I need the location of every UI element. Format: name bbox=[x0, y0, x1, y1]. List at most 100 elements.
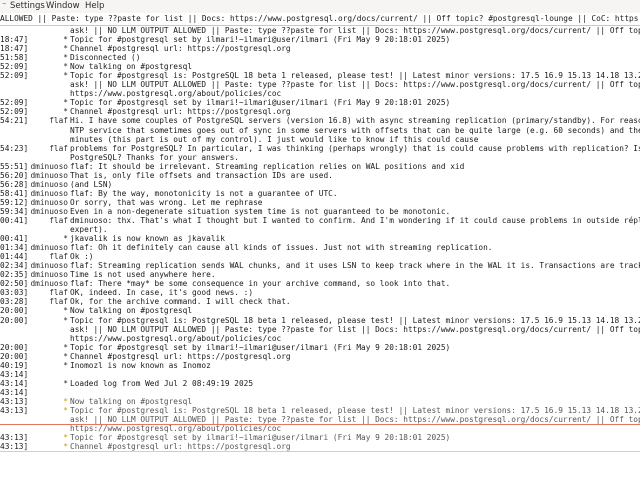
nickname[interactable]: flaf bbox=[30, 216, 68, 225]
timestamp: 01:44] bbox=[0, 252, 29, 262]
message-text: OK, indeed. In case, it's good news. :) bbox=[70, 288, 254, 298]
message-text: Topic for #postgresql set by ilmari!~ilm… bbox=[70, 98, 451, 108]
menu-help[interactable]: Help bbox=[85, 0, 104, 13]
chat-line: 02:50] dminuoso flaf: There *may* be some … bbox=[0, 279, 640, 288]
chat-line: ask! || NO LLM OUTPUT ALLOWED || Paste: … bbox=[0, 80, 640, 89]
chat-line: 20:00] * Now talking on #postgresql bbox=[0, 306, 640, 315]
timestamp: 20:00] bbox=[0, 315, 29, 325]
chat-line: NTP service that sometimes goes out of s… bbox=[0, 126, 640, 135]
chat-line: minutes (this part is out of my control)… bbox=[0, 135, 640, 144]
nickname[interactable]: dminuoso bbox=[30, 279, 68, 288]
timestamp: 52:09] bbox=[0, 107, 29, 117]
timestamp: 43:14] bbox=[0, 378, 29, 388]
message-text: https://www.postgresql.org/about/policie… bbox=[70, 424, 282, 434]
chat-line: 03:28] flaf Ok, for the archive command. I… bbox=[0, 297, 640, 306]
chat-line: 02:34] dminuoso flaf: Streaming replicatio… bbox=[0, 261, 640, 270]
message-text: Ok :) bbox=[70, 252, 94, 262]
nickname[interactable]: flaf bbox=[30, 116, 68, 125]
message-text: flaf: Oh it definitely can cause all kin… bbox=[70, 243, 493, 253]
chat-line: 43:14] bbox=[0, 388, 640, 397]
bottom-area bbox=[0, 452, 640, 480]
message-text: Channel #postgresql url: https://postgre… bbox=[70, 442, 291, 452]
system-marker: * bbox=[63, 360, 68, 370]
chat-line: 43:13] * Now talking on #postgresql bbox=[0, 397, 640, 406]
message-text: Topic for #postgresql set by ilmari!~ilm… bbox=[70, 342, 451, 352]
timestamp: 43:14] bbox=[0, 369, 29, 379]
chat-line: 00:41] flaf dminuoso: thx. That's what I t… bbox=[0, 216, 640, 225]
chat-line: 18:47] * Channel #postgresql url: https://… bbox=[0, 44, 640, 53]
timestamp: 02:50] bbox=[0, 279, 29, 289]
chat-line: https://www.postgresql.org/about/policie… bbox=[0, 89, 640, 98]
message-text: That is, only file offsets and transacti… bbox=[70, 170, 333, 180]
menu-item-truncated[interactable]: ⁻ bbox=[2, 0, 7, 13]
chat-line: expert). bbox=[0, 225, 640, 234]
nickname[interactable]: dminuoso bbox=[30, 261, 68, 270]
chat-line: 59:34] dminuoso Even in a non-degenerate s… bbox=[0, 207, 640, 216]
timestamp: 03:28] bbox=[0, 297, 29, 307]
channel-topic-bar[interactable]: ALLOWED || Paste: type ??paste for list … bbox=[0, 13, 640, 26]
menu-settings[interactable]: Settings bbox=[10, 0, 45, 13]
message-text: Even in a non-degenerate situation syste… bbox=[70, 206, 451, 216]
timestamp: 43:14] bbox=[0, 387, 29, 397]
timestamp: 59:34] bbox=[0, 206, 29, 216]
chat-line: 51:58] * Disconnected () bbox=[0, 53, 640, 62]
message-text: flaf: Streaming replication sends WAL ch… bbox=[70, 261, 640, 271]
chat-line: https://www.postgresql.org/about/policie… bbox=[0, 424, 640, 433]
message-text: Now talking on #postgresql bbox=[70, 396, 193, 406]
system-marker: * bbox=[63, 315, 68, 325]
nickname[interactable]: dminuoso bbox=[30, 180, 68, 189]
nickname[interactable]: flaf bbox=[30, 252, 68, 261]
chat-line: 52:09] * Channel #postgresql url: https://… bbox=[0, 107, 640, 116]
timestamp: 20:00] bbox=[0, 342, 29, 352]
nickname[interactable]: flaf bbox=[30, 297, 68, 306]
message-text: ask! || NO LLM OUTPUT ALLOWED || Paste: … bbox=[70, 415, 640, 425]
system-marker: * bbox=[63, 44, 68, 54]
system-marker: * bbox=[63, 351, 68, 361]
chat-line: 58:41] dminuoso flaf: By the way, monotoni… bbox=[0, 189, 640, 198]
message-text: Channel #postgresql url: https://postgre… bbox=[70, 107, 291, 117]
timestamp: 43:13] bbox=[0, 442, 29, 452]
menu-window[interactable]: Window bbox=[46, 0, 80, 13]
timestamp: 02:34] bbox=[0, 261, 29, 271]
nickname[interactable]: dminuoso bbox=[30, 189, 68, 198]
timestamp: 52:09] bbox=[0, 98, 29, 108]
message-text: https://www.postgresql.org/about/policie… bbox=[70, 89, 282, 99]
nickname[interactable]: dminuoso bbox=[30, 207, 68, 216]
nickname[interactable]: dminuoso bbox=[30, 270, 68, 279]
chat-log[interactable]: ask! || NO LLM OUTPUT ALLOWED || Paste: … bbox=[0, 26, 640, 452]
nickname[interactable]: dminuoso bbox=[30, 162, 68, 171]
system-marker: * bbox=[63, 71, 68, 81]
message-text: Channel #postgresql url: https://postgre… bbox=[70, 351, 291, 361]
timestamp: 43:13] bbox=[0, 433, 29, 443]
nickname[interactable]: dminuoso bbox=[30, 243, 68, 252]
message-text: Time is not used anywhere here. bbox=[70, 270, 216, 280]
chat-line: 52:09] * Topic for #postgresql is: Postgre… bbox=[0, 71, 640, 80]
nickname[interactable]: flaf bbox=[30, 144, 68, 153]
message-text: NTP service that sometimes goes out of s… bbox=[70, 125, 640, 135]
nickname[interactable]: dminuoso bbox=[30, 198, 68, 207]
nickname[interactable]: flaf bbox=[30, 288, 68, 297]
timestamp: 20:00] bbox=[0, 306, 29, 316]
message-text: Topic for #postgresql is: PostgreSQL 18 … bbox=[70, 405, 640, 415]
timestamp: 55:51] bbox=[0, 161, 29, 171]
timestamp: 00:41] bbox=[0, 215, 29, 225]
system-marker: * bbox=[63, 107, 68, 117]
timestamp: 18:47] bbox=[0, 35, 29, 45]
nickname[interactable]: dminuoso bbox=[30, 171, 68, 180]
menu-bar: ⁻ Settings Window Help bbox=[0, 0, 640, 14]
message-text: ask! || NO LLM OUTPUT ALLOWED || Paste: … bbox=[70, 26, 640, 35]
message-text: problems for PostgreSQL? In particular, … bbox=[70, 143, 640, 153]
chat-line: 43:14] * Loaded log from Wed Jul 2 08:49:1… bbox=[0, 379, 640, 388]
system-marker: * bbox=[63, 442, 68, 452]
timestamp: 54:23] bbox=[0, 143, 29, 153]
chat-line: 18:47] * Topic for #postgresql set by ilma… bbox=[0, 35, 640, 44]
chat-line: 43:13] * Topic for #postgresql is: Postgre… bbox=[0, 406, 640, 415]
chat-line: 52:09] * Now talking on #postgresql bbox=[0, 62, 640, 71]
system-marker: * bbox=[63, 53, 68, 63]
chat-line: 55:51] dminuoso flaf: It should be irrelev… bbox=[0, 162, 640, 171]
system-marker: * bbox=[63, 234, 68, 244]
chat-line: 40:19] * Inomozl is now known as Inomoz bbox=[0, 361, 640, 370]
message-text: PostgreSQL? Thanks for your answers. bbox=[70, 152, 239, 162]
message-text: Now talking on #postgresql bbox=[70, 306, 193, 316]
timestamp: 51:58] bbox=[0, 53, 29, 63]
